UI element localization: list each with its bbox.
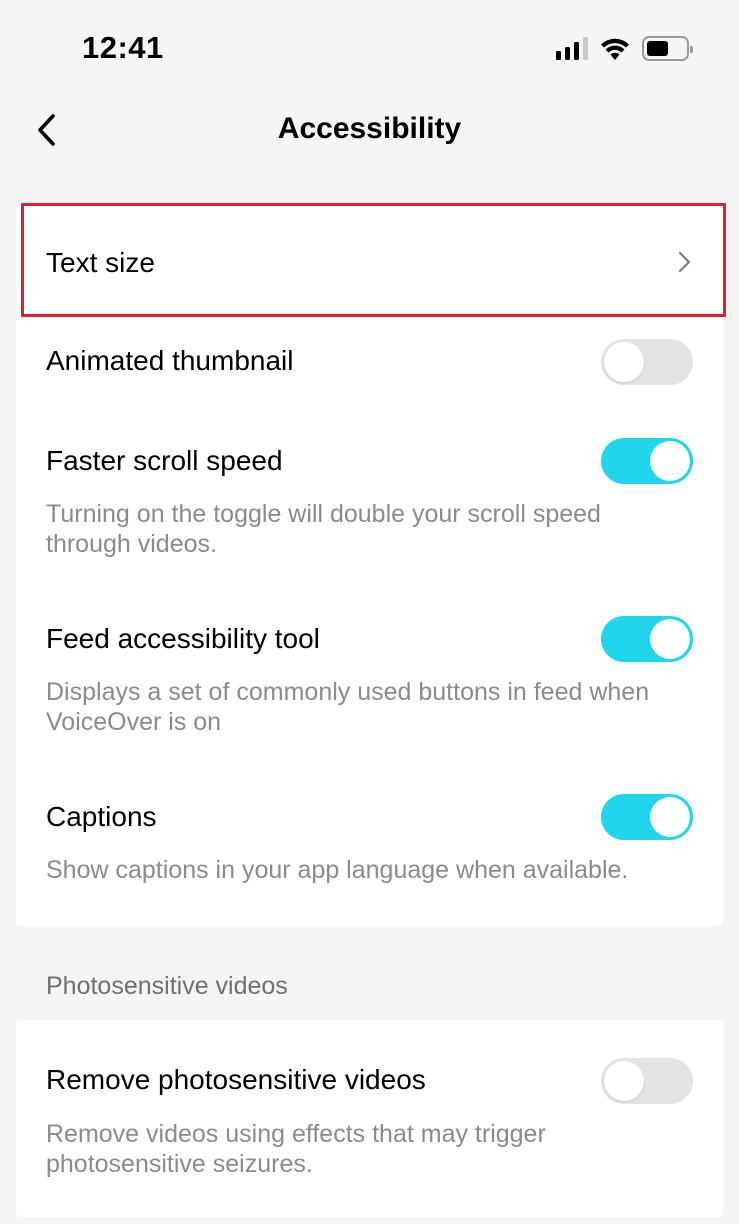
setting-description: Displays a set of commonly used buttons … bbox=[46, 678, 650, 736]
toggle-knob bbox=[650, 797, 690, 837]
setting-row-feed-accessibility-tool: Feed accessibility tool Displays a set o… bbox=[16, 593, 723, 763]
feed-accessibility-tool-toggle[interactable] bbox=[601, 616, 693, 662]
remove-photosensitive-videos-toggle[interactable] bbox=[601, 1058, 693, 1104]
toggle-knob bbox=[604, 342, 644, 382]
setting-row-text-size[interactable]: Text size bbox=[16, 205, 723, 317]
setting-description: Show captions in your app language when … bbox=[46, 856, 629, 884]
photosensitive-settings-card: Remove photosensitive videos Remove vide… bbox=[16, 1020, 723, 1217]
accessibility-settings-card: Text size Animated thumbnail Faster scro… bbox=[16, 205, 723, 926]
setting-row-remove-photosensitive-videos: Remove photosensitive videos Remove vide… bbox=[16, 1020, 723, 1217]
setting-title: Remove photosensitive videos bbox=[46, 1064, 426, 1095]
setting-title: Captions bbox=[46, 801, 157, 832]
setting-title: Animated thumbnail bbox=[46, 345, 294, 376]
chevron-right-icon bbox=[678, 251, 691, 273]
setting-title: Faster scroll speed bbox=[46, 445, 283, 476]
page-title: Accessibility bbox=[277, 112, 462, 145]
toggle-knob bbox=[650, 441, 690, 481]
captions-toggle[interactable] bbox=[601, 794, 693, 840]
status-time: 12:41 bbox=[82, 30, 164, 65]
setting-title: Text size bbox=[46, 247, 155, 278]
wifi-icon bbox=[601, 38, 629, 60]
nav-bar: Accessibility bbox=[0, 95, 739, 167]
setting-row-animated-thumbnail: Animated thumbnail bbox=[16, 317, 723, 407]
status-bar: 12:41 bbox=[0, 0, 739, 95]
setting-title: Feed accessibility tool bbox=[46, 623, 320, 654]
setting-row-faster-scroll-speed: Faster scroll speed Turning on the toggl… bbox=[16, 415, 723, 585]
setting-row-captions: Captions Show captions in your app langu… bbox=[16, 771, 723, 911]
animated-thumbnail-toggle[interactable] bbox=[601, 339, 693, 385]
status-icons bbox=[556, 36, 693, 61]
setting-description: Remove videos using effects that may tri… bbox=[46, 1120, 546, 1178]
battery-icon bbox=[642, 36, 693, 61]
accessibility-screen: 12:41 Accessibility Text size Animated t… bbox=[0, 0, 739, 1224]
section-header-photosensitive: Photosensitive videos bbox=[46, 972, 288, 1000]
setting-description: Turning on the toggle will double your s… bbox=[46, 500, 601, 558]
toggle-knob bbox=[650, 619, 690, 659]
faster-scroll-speed-toggle[interactable] bbox=[601, 438, 693, 484]
toggle-knob bbox=[604, 1061, 644, 1101]
cellular-signal-icon bbox=[556, 37, 588, 60]
